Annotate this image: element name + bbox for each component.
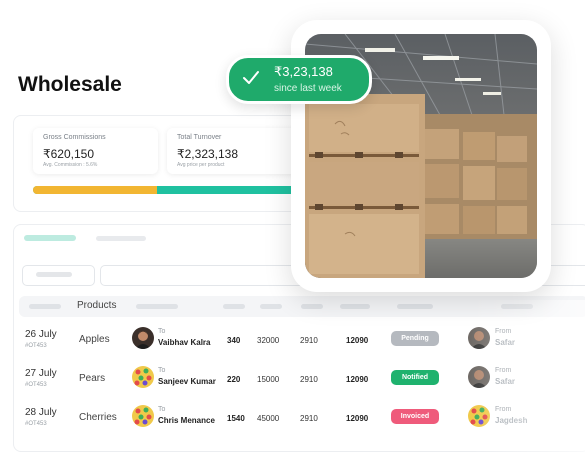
- table-row[interactable]: 27 July #OT453 Pears To Sanjeev Kumar 22…: [13, 360, 585, 398]
- product-name: Cherries: [79, 412, 117, 423]
- from-label: From: [495, 406, 512, 413]
- amount: 2910: [300, 336, 318, 345]
- quantity: 1540: [227, 414, 245, 423]
- amount: 32000: [257, 336, 280, 345]
- toast-amount: ₹3,23,138: [274, 64, 333, 79]
- to-label: To: [158, 406, 166, 413]
- total: 12090: [346, 414, 369, 423]
- toast-caption: since last week: [274, 83, 342, 94]
- order-id: #OT453: [25, 343, 47, 349]
- total: 12090: [346, 336, 369, 345]
- status-badge[interactable]: Invoiced: [391, 409, 439, 424]
- column-header-products[interactable]: Products: [77, 300, 116, 311]
- status-badge[interactable]: Notified: [391, 370, 439, 385]
- amount: 2910: [300, 414, 318, 423]
- to-label: To: [158, 367, 166, 374]
- check-icon: [241, 68, 261, 93]
- stat-label: Gross Commissions: [43, 134, 106, 141]
- stat-value: ₹2,323,138: [177, 147, 239, 161]
- recipient-name: Chris Menance: [158, 416, 215, 425]
- header-placeholder: [397, 304, 433, 309]
- gross-commissions-card[interactable]: Gross Commissions ₹620,150 Avg. Commissi…: [33, 128, 158, 174]
- total: 12090: [346, 375, 369, 384]
- stat-sub: Avg price per product: [177, 162, 225, 168]
- growth-toast: ₹3,23,138 since last week: [226, 55, 372, 104]
- order-id: #OT453: [25, 382, 47, 388]
- sender-name: Jagdesh: [495, 416, 528, 425]
- order-date: 28 July: [25, 407, 57, 418]
- header-placeholder: [29, 304, 61, 309]
- order-date: 27 July: [25, 368, 57, 379]
- sender-name: Safar: [495, 377, 516, 386]
- order-date: 26 July: [25, 329, 57, 340]
- avatar: [132, 327, 154, 349]
- order-id: #OT453: [25, 421, 47, 427]
- amount: 2910: [300, 375, 318, 384]
- header-placeholder: [340, 304, 370, 309]
- avatar: [132, 366, 154, 388]
- filter-placeholder: [36, 272, 72, 277]
- quantity: 340: [227, 336, 241, 345]
- product-name: Pears: [79, 373, 106, 384]
- avatar: [468, 327, 490, 349]
- stat-sub: Avg. Commission : 5.6%: [43, 162, 98, 168]
- avatar: [468, 366, 490, 388]
- tab-active[interactable]: [24, 235, 76, 241]
- total-turnover-card[interactable]: Total Turnover ₹2,323,138 Avg price per …: [167, 128, 307, 174]
- header-placeholder: [501, 304, 533, 309]
- header-placeholder: [223, 304, 245, 309]
- product-name: Apples: [79, 334, 110, 345]
- avatar: [468, 405, 490, 427]
- page-title: Wholesale: [18, 73, 122, 96]
- stat-label: Total Turnover: [177, 134, 222, 141]
- header-placeholder: [301, 304, 323, 309]
- avatar: [132, 405, 154, 427]
- from-label: From: [495, 367, 512, 374]
- from-label: From: [495, 328, 512, 335]
- stat-value: ₹620,150: [43, 147, 95, 161]
- quantity: 220: [227, 375, 241, 384]
- header-placeholder: [136, 304, 178, 309]
- status-badge[interactable]: Pending: [391, 331, 439, 346]
- progress-fill: [33, 186, 157, 194]
- table-row[interactable]: 28 July #OT453 Cherries To Chris Menance…: [13, 399, 585, 437]
- recipient-name: Sanjeev Kumar: [158, 377, 216, 386]
- amount: 45000: [257, 414, 280, 423]
- tab-inactive[interactable]: [96, 236, 146, 241]
- table-row[interactable]: 26 July #OT453 Apples To Vaibhav Kalra 3…: [13, 321, 585, 359]
- recipient-name: Vaibhav Kalra: [158, 338, 211, 347]
- header-placeholder: [260, 304, 282, 309]
- sender-name: Safar: [495, 338, 516, 347]
- amount: 15000: [257, 375, 280, 384]
- to-label: To: [158, 328, 166, 335]
